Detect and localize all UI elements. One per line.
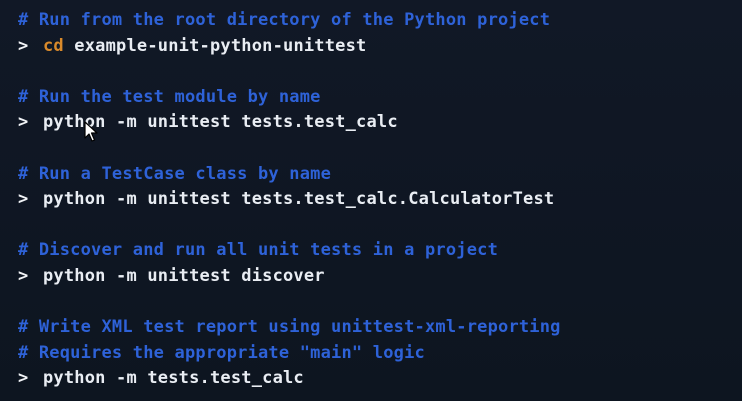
comment-line: # Run from the root directory of the Pyt… bbox=[18, 10, 551, 30]
prompt-symbol: > bbox=[18, 112, 29, 133]
comment-line: # Requires the appropriate "main" logic bbox=[18, 342, 425, 363]
terminal-window[interactable]: # Run from the root directory of the Pyt… bbox=[0, 0, 742, 401]
command-keyword: cd bbox=[43, 35, 64, 56]
command-text: example-unit-python-unittest bbox=[63, 35, 367, 56]
comment-line: # Discover and run all unit tests in a p… bbox=[18, 240, 499, 261]
prompt-symbol: > bbox=[18, 368, 29, 389]
comment-line: # Run a TestCase class by name bbox=[18, 163, 332, 184]
prompt-symbol: > bbox=[18, 35, 29, 56]
mouse-pointer-icon bbox=[84, 121, 98, 142]
command-text: python -m unittest discover bbox=[43, 265, 325, 286]
command-text: python -m tests.test_calc bbox=[43, 368, 304, 389]
comment-line: # Write XML test report using unittest-x… bbox=[18, 317, 561, 338]
command-text: python -m unittest tests.test_calc.Calcu… bbox=[43, 189, 555, 210]
prompt-symbol: > bbox=[18, 189, 29, 210]
command-line[interactable]: > python -m tests.test_calc bbox=[18, 366, 742, 392]
command-line[interactable]: > python -m unittest discover bbox=[18, 264, 742, 290]
command-line[interactable]: > cd example-unit-python-unittest bbox=[18, 34, 742, 60]
comment-line: # Run the test module by name bbox=[18, 86, 321, 107]
prompt-symbol: > bbox=[18, 265, 29, 286]
command-line[interactable]: > python -m unittest tests.test_calc bbox=[18, 110, 742, 136]
command-line[interactable]: > python -m unittest tests.test_calc.Calc… bbox=[18, 187, 742, 213]
